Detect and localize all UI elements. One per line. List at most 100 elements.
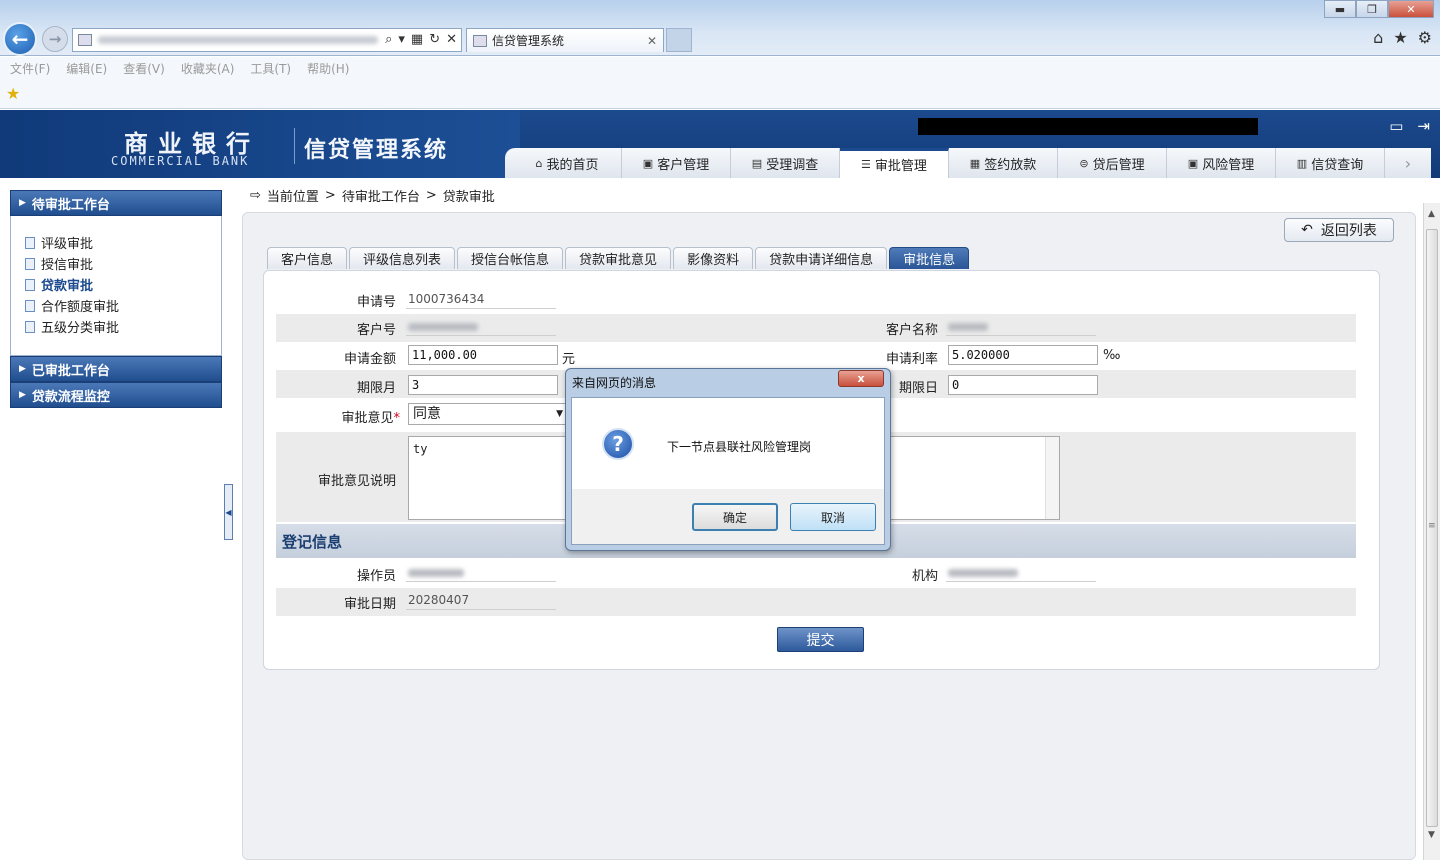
minimize-icon[interactable]: ▬ — [1324, 0, 1356, 18]
compat-view-icon[interactable]: ▦ — [411, 32, 423, 47]
nav-tab-postloan[interactable]: ⊜ 贷后管理 — [1058, 148, 1167, 178]
scroll-up-icon[interactable]: ▲ — [1428, 209, 1435, 219]
dialog-cancel-button[interactable]: 取消 — [790, 503, 876, 531]
breadcrumb-sep: > — [324, 188, 336, 203]
customer-no-value — [406, 316, 556, 336]
maximize-icon[interactable]: ❐ — [1356, 0, 1388, 18]
address-bar[interactable]: ⌕ ▾ ▦ ↻ ✕ — [72, 28, 462, 52]
org-value — [946, 562, 1096, 582]
tab-loan-detail[interactable]: 贷款申请详细信息 — [755, 247, 888, 269]
menu-view[interactable]: 查看(V) — [123, 60, 165, 77]
collapse-left-icon: ◀ — [225, 507, 232, 517]
amount-input[interactable]: 11,000.00 — [408, 345, 558, 365]
sidebar-collapse-handle[interactable]: ◀ — [224, 484, 233, 540]
window-controls: ▬ ❐ ✕ — [1324, 0, 1434, 18]
nav-tab-query[interactable]: ▥ 信贷查询 — [1276, 148, 1385, 178]
tab-rating-list[interactable]: 评级信息列表 — [349, 247, 456, 269]
tab-customer-info[interactable]: 客户信息 — [267, 247, 348, 269]
stop-icon[interactable]: ✕ — [446, 32, 457, 47]
redacted-org — [948, 568, 1018, 577]
rate-unit: ‰ — [1103, 348, 1121, 363]
sidebar-monitor-header[interactable]: ▶ 贷款流程监控 — [10, 382, 222, 408]
add-favorite-icon[interactable]: ★ — [6, 84, 20, 103]
dropdown-icon[interactable]: ▾ — [398, 32, 405, 47]
nav-tab-label: 贷后管理 — [1092, 157, 1145, 173]
redacted-user-info — [918, 118, 1258, 135]
sidebar-item-loan[interactable]: 贷款审批 — [25, 274, 221, 295]
tab-images[interactable]: 影像资料 — [673, 247, 754, 269]
required-mark: * — [393, 411, 401, 426]
search-icon[interactable]: ⌕ — [385, 32, 392, 47]
textarea-scrollbar[interactable] — [1045, 437, 1059, 519]
sidebar-pending-header[interactable]: ▶ 待审批工作台 — [10, 190, 222, 216]
nav-tab-contract[interactable]: ▦ 签约放款 — [949, 148, 1058, 178]
tab-credit-ledger[interactable]: 授信台帐信息 — [457, 247, 564, 269]
document-icon — [25, 257, 35, 270]
nav-tab-label: 风险管理 — [1202, 157, 1255, 173]
breadcrumb-level1[interactable]: 待审批工作台 — [342, 186, 420, 205]
back-icon[interactable]: ← — [3, 22, 37, 56]
nav-tab-customer[interactable]: ▣ 客户管理 — [622, 148, 731, 178]
browser-menubar: 文件(F) 编辑(E) 查看(V) 收藏夹(A) 工具(T) 帮助(H) — [0, 57, 1440, 79]
logout-icon[interactable]: ⇥ — [1417, 117, 1430, 135]
scroll-down-icon[interactable]: ▼ — [1428, 830, 1435, 840]
sidebar: ▶ 待审批工作台 评级审批 授信审批 贷款审批 合作额度审批 五级分类审批 ▶ … — [10, 190, 222, 408]
return-icon: ↶ — [1301, 222, 1313, 238]
settings-gear-icon[interactable]: ⚙ — [1418, 28, 1432, 47]
favorites-star-icon[interactable]: ★ — [1393, 28, 1407, 47]
dialog-ok-button[interactable]: 确定 — [692, 503, 778, 531]
sidebar-monitor-title: 贷款流程监控 — [31, 389, 110, 405]
confirm-dialog: 来自网页的消息 x ? 下一节点县联社风险管理岗 确定 取消 — [565, 368, 891, 551]
refresh-icon[interactable]: ↻ — [429, 32, 440, 47]
expand-triangle-icon: ▶ — [19, 390, 26, 400]
browser-toolbar-icons: ⌂ ★ ⚙ — [1373, 28, 1432, 47]
forward-icon[interactable]: → — [42, 26, 68, 52]
breadcrumb-prefix: 当前位置 — [266, 190, 319, 205]
sidebar-approved-header[interactable]: ▶ 已审批工作台 — [10, 356, 222, 382]
close-tab-icon[interactable]: ✕ — [647, 34, 657, 48]
nav-scroll-right-icon[interactable]: › — [1385, 148, 1431, 178]
page-scrollbar[interactable]: ▲ ≡ ▼ — [1423, 203, 1440, 860]
sidebar-approved-title: 已审批工作台 — [31, 363, 110, 379]
breadcrumb: ⇨ 当前位置 > 待审批工作台 > 贷款审批 — [250, 186, 495, 205]
browser-tab-title: 信贷管理系统 — [492, 34, 565, 48]
sidebar-item-coop-limit[interactable]: 合作额度审批 — [25, 295, 221, 316]
term-month-input[interactable]: 3 — [408, 375, 558, 395]
date-label: 审批日期 — [343, 597, 396, 612]
menu-file[interactable]: 文件(F) — [10, 60, 50, 77]
tab-approval-info[interactable]: 审批信息 — [889, 247, 970, 269]
menu-edit[interactable]: 编辑(E) — [66, 60, 107, 77]
return-list-button[interactable]: ↶ 返回列表 — [1284, 218, 1394, 242]
window-close-icon[interactable]: ✕ — [1388, 0, 1434, 18]
dialog-close-button[interactable]: x — [838, 370, 884, 387]
menu-favorites[interactable]: 收藏夹(A) — [181, 60, 235, 77]
question-icon: ? — [602, 428, 634, 460]
nav-tab-survey[interactable]: ▤ 受理调查 — [731, 148, 840, 178]
nav-tab-home[interactable]: ⌂ 我的首页 — [513, 148, 622, 178]
term-day-input[interactable]: 0 — [948, 375, 1098, 395]
new-tab-button[interactable] — [666, 28, 692, 52]
rate-input[interactable]: 5.020000 — [948, 345, 1098, 365]
sidebar-item-credit[interactable]: 授信审批 — [25, 253, 221, 274]
amount-label: 申请金额 — [343, 352, 396, 367]
dialog-footer: 确定 取消 — [571, 489, 885, 545]
favorites-bar: ★ — [0, 79, 1440, 109]
submit-button[interactable]: 提交 — [777, 627, 864, 652]
query-icon: ▥ — [1296, 156, 1308, 170]
nav-tab-approval[interactable]: ☰ 审批管理 — [840, 148, 949, 178]
dialog-message: 下一节点县联社风险管理岗 — [667, 440, 812, 454]
nav-tab-label: 受理调查 — [766, 157, 819, 173]
sidebar-item-five-class[interactable]: 五级分类审批 — [25, 316, 221, 337]
home-icon[interactable]: ⌂ — [1373, 28, 1383, 47]
tab-favicon-icon — [473, 34, 487, 47]
sidebar-item-rating[interactable]: 评级审批 — [25, 232, 221, 253]
opinion-select[interactable]: 同意 ▼ — [408, 403, 568, 425]
bank-logo-en: COMMERCIAL BANK — [111, 154, 250, 168]
browser-tab[interactable]: 信贷管理系统 ✕ — [466, 28, 664, 52]
redacted-customer-name — [948, 322, 988, 331]
menu-help[interactable]: 帮助(H) — [307, 60, 349, 77]
nav-tab-risk[interactable]: ▣ 风险管理 — [1167, 148, 1276, 178]
tab-loan-opinion[interactable]: 贷款审批意见 — [565, 247, 672, 269]
menu-tools[interactable]: 工具(T) — [250, 60, 291, 77]
monitor-icon[interactable]: ▭ — [1389, 117, 1403, 135]
